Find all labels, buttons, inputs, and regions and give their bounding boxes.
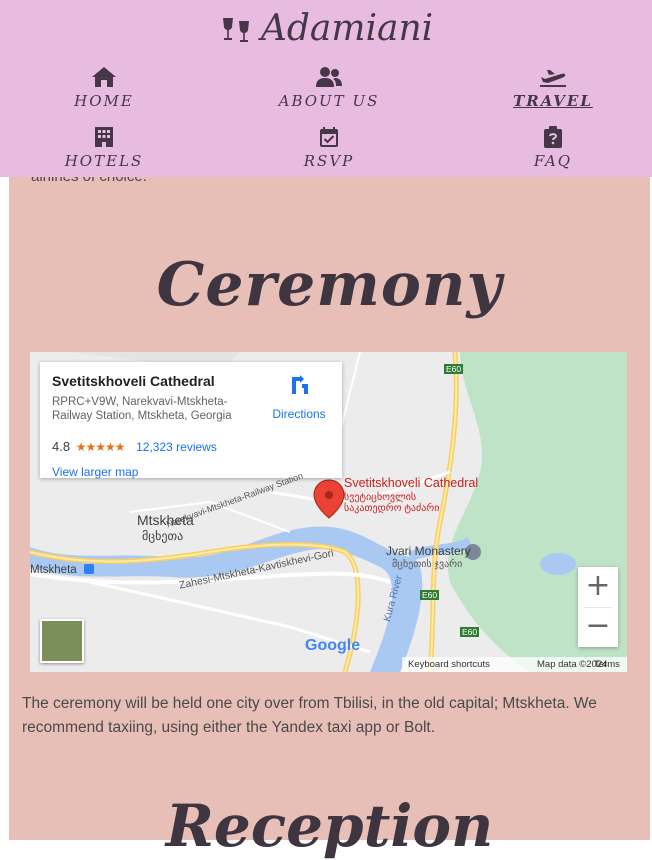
satellite-toggle[interactable] — [40, 619, 84, 663]
users-icon — [316, 67, 342, 87]
nav-about-label: ABOUT US — [278, 92, 380, 110]
ceremony-map[interactable]: Svetitskhoveli Cathedral RPRC+V9W, Narek… — [30, 352, 627, 672]
directions-label: Directions — [272, 407, 326, 421]
nav-travel-label: TRAVEL — [513, 92, 593, 110]
google-logo-text: Google — [305, 637, 361, 654]
e60-badge-a: E60 — [444, 364, 464, 374]
calendar-check-icon — [320, 127, 338, 147]
directions-icon — [292, 375, 308, 394]
google-logo: Google — [305, 637, 360, 655]
e60-badge-c: E60 — [460, 627, 480, 637]
directions-button[interactable]: Directions — [264, 374, 334, 421]
place-info-card: Svetitskhoveli Cathedral RPRC+V9W, Narek… — [40, 362, 342, 479]
brand-name: Adamiani — [260, 8, 434, 49]
jvari-label-ka: მცხეთის ჯვარი — [392, 559, 463, 570]
terms-link[interactable]: Terms — [594, 659, 620, 670]
nav-faq-label: FAQ — [533, 152, 573, 170]
nav-hotels-label: HOTELS — [64, 152, 144, 170]
building-icon — [95, 127, 113, 147]
nav-hotels[interactable]: HOTELS — [24, 126, 184, 170]
place-title: Svetitskhoveli Cathedral — [52, 373, 215, 389]
nav-rsvp-label: RSVP — [303, 152, 355, 170]
keyboard-shortcuts-link[interactable]: Keyboard shortcuts — [408, 659, 490, 670]
nav-rsvp[interactable]: RSVP — [249, 126, 409, 170]
clipboard-question-icon — [544, 126, 562, 148]
city-label-ka: მცხეთა — [142, 529, 184, 543]
rating-stars: ★★★★★ — [75, 440, 126, 454]
wine-glasses-icon — [222, 18, 249, 42]
jvari-label: Jvari Monastery — [386, 544, 471, 558]
plane-icon — [540, 70, 566, 87]
nav-travel[interactable]: TRAVEL — [473, 66, 633, 110]
nav-home[interactable]: HOME — [24, 66, 184, 110]
station-label: Mtskheta — [30, 564, 77, 576]
ceremony-text: The ceremony will be held one city over … — [22, 695, 597, 736]
nav-faq[interactable]: FAQ — [473, 126, 633, 170]
pin-label-ka-2: საკათედრო ტაძარი — [344, 503, 440, 514]
reception-heading: Reception — [165, 792, 494, 860]
pin-label-ka-1: სვეტიცხოვლის — [344, 492, 417, 503]
home-icon — [92, 67, 116, 87]
nav-home-label: HOME — [74, 92, 134, 110]
rating-value: 4.8 — [52, 439, 71, 454]
e60-badge-b: E60 — [420, 590, 440, 600]
ceremony-heading: Ceremony — [156, 250, 503, 320]
reviews-link[interactable]: 12,323 reviews — [136, 440, 217, 454]
map-footer: Keyboard shortcuts Map data ©2024 Terms — [402, 657, 627, 672]
place-address: RPRC+V9W, Narekvavi-Mtskheta-Railway Sta… — [52, 396, 232, 422]
site-header: Adamiani HOME ABOUT US TRAVEL HOTELS RSV… — [0, 0, 652, 177]
zoom-controls: + − — [578, 567, 618, 647]
nav-about-us[interactable]: ABOUT US — [249, 66, 409, 110]
view-larger-map-link[interactable]: View larger map — [52, 465, 138, 479]
brand[interactable]: Adamiani — [0, 8, 652, 49]
place-rating: 4.8 ★★★★★ 12,323 reviews — [52, 439, 217, 454]
pin-label: Svetitskhoveli Cathedral — [344, 476, 479, 490]
zoom-in-button[interactable]: + — [578, 567, 618, 607]
zoom-out-button[interactable]: − — [578, 607, 618, 647]
